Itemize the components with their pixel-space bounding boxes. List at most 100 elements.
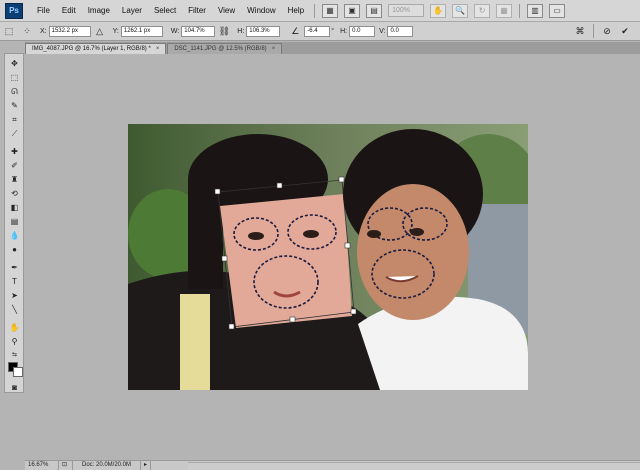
menu-window[interactable]: Window (241, 0, 281, 22)
toolbox: ✥ ⬚ ᘏ ✎ ⌗ ⟋ ✚ ✐ ♜ ⟲ ◧ ▤ 💧 ● ✒ T ➤ ╲ ✋ ⚲ … (4, 53, 24, 393)
transform-tool-icon: ⬚ (4, 25, 14, 36)
hand-icon[interactable]: ✋ (430, 3, 447, 18)
tab-dsc-1141[interactable]: DSC_1141.JPG @ 12.5% (RGB/8) × (167, 43, 283, 54)
menu-separator (314, 3, 316, 18)
eyedropper-tool-icon[interactable]: ⟋ (8, 128, 21, 139)
transform-handle-bottom-right[interactable] (350, 308, 357, 315)
zoom-level-select[interactable]: 100% (388, 4, 425, 17)
vertical-skew-field[interactable]: 0.0 (387, 25, 414, 37)
path-select-tool-icon[interactable]: ➤ (8, 290, 21, 301)
bridge-icon[interactable]: ▦ (322, 3, 339, 18)
angle-field[interactable]: -6.4 (304, 25, 331, 37)
quick-select-tool-icon[interactable]: ✎ (8, 100, 21, 111)
right-girl-eye-left (367, 230, 381, 238)
menu-file[interactable]: File (31, 0, 56, 22)
zoom-tool-icon[interactable]: ⚲ (8, 336, 21, 347)
y-label: Y: (112, 27, 119, 35)
link-icon[interactable]: ⛓ (217, 25, 231, 38)
zoom-icon[interactable]: 🔍 (452, 3, 469, 18)
cancel-icon[interactable]: ⊘ (600, 25, 614, 38)
type-tool-icon[interactable]: T (8, 276, 21, 287)
crop-tool-icon[interactable]: ⌗ (8, 114, 21, 125)
menu-layer[interactable]: Layer (116, 0, 148, 22)
tab-label: IMG_4087.JPG @ 16.7% (Layer 1, RGB/8) * (32, 46, 151, 52)
photoshop-logo: Ps (5, 2, 23, 19)
left-girl-eye-right (303, 230, 319, 238)
quick-mask-icon[interactable]: ◙ (8, 382, 21, 393)
tab-img-4087[interactable]: IMG_4087.JPG @ 16.7% (Layer 1, RGB/8) * × (25, 43, 167, 54)
menu-image[interactable]: Image (82, 0, 116, 22)
gradient-tool-icon[interactable]: ▤ (8, 216, 21, 227)
document-tab-bar: IMG_4087.JPG @ 16.7% (Layer 1, RGB/8) * ×… (25, 42, 640, 54)
screen-mode-icon[interactable]: ▭ (549, 3, 566, 18)
horizontal-skew-field[interactable]: 0.0 (349, 25, 376, 37)
horizontal-scrollbar[interactable] (188, 462, 640, 470)
move-tool-icon[interactable]: ✥ (8, 58, 21, 69)
x-position-field[interactable]: 1532.2 px (48, 25, 91, 37)
shape-tool-icon[interactable]: ╲ (8, 304, 21, 315)
lasso-tool-icon[interactable]: ᘏ (8, 86, 21, 97)
width-field[interactable]: 104.7% (181, 25, 216, 37)
close-icon[interactable]: × (272, 46, 276, 52)
tab-label: DSC_1141.JPG @ 12.5% (RGB/8) (174, 46, 267, 52)
dodge-tool-icon[interactable]: ● (8, 244, 21, 255)
checkmark-icon[interactable]: ✔ (618, 25, 632, 38)
rotate-view-icon[interactable]: ↻ (474, 3, 491, 18)
background-color-swatch[interactable] (13, 367, 23, 377)
status-arrow-icon[interactable]: ▸ (141, 461, 151, 470)
document-image[interactable] (128, 124, 528, 390)
height-field[interactable]: 106.3% (246, 25, 281, 37)
pen-tool-icon[interactable]: ✒ (8, 262, 21, 273)
y-position-field[interactable]: 1262.1 px (120, 25, 163, 37)
menu-separator (519, 3, 521, 18)
menu-select[interactable]: Select (148, 0, 182, 22)
minibridge-icon[interactable]: ▣ (344, 3, 361, 18)
transform-handle-top-right[interactable] (338, 176, 345, 183)
transform-handle-top-left[interactable] (214, 188, 221, 195)
transform-handle-left[interactable] (221, 255, 228, 262)
view-extras-icon[interactable]: ▤ (366, 3, 383, 18)
reference-point-icon[interactable]: ⁘ (20, 25, 34, 38)
document-size: Doc: 20.0M/20.0M (73, 461, 141, 470)
angle-icon: ∠ (291, 25, 300, 36)
left-girl-shirt (180, 294, 210, 390)
left-girl-eye-left (248, 232, 264, 240)
hskew-label: H: (340, 27, 348, 35)
marquee-tool-icon[interactable]: ⬚ (8, 72, 21, 83)
menu-bar: Ps File Edit Image Layer Select Filter V… (0, 0, 640, 22)
h-label: H: (237, 27, 245, 35)
menu-help[interactable]: Help (282, 0, 310, 22)
delta-icon[interactable]: △ (93, 25, 107, 38)
swap-colors-icon[interactable]: ⇆ (8, 350, 21, 361)
brush-tool-icon[interactable]: ✐ (8, 160, 21, 171)
warp-icon[interactable]: ⌘ (573, 25, 587, 38)
arrange-documents-icon[interactable]: ▥ (527, 3, 544, 18)
hand-tool-icon[interactable]: ✋ (8, 322, 21, 333)
photo-content (128, 124, 528, 390)
blur-tool-icon[interactable]: 💧 (8, 230, 21, 241)
right-girl-shirt (358, 296, 528, 390)
vertical-scrollbar[interactable] (632, 55, 640, 460)
transform-handle-top[interactable] (276, 182, 283, 189)
healing-brush-tool-icon[interactable]: ✚ (8, 146, 21, 157)
transform-handle-right[interactable] (344, 242, 351, 249)
menu-view[interactable]: View (212, 0, 241, 22)
menu-edit[interactable]: Edit (56, 0, 82, 22)
right-girl-face (357, 184, 469, 320)
right-girl-eye-right (410, 228, 424, 236)
status-icon[interactable]: ⊡ (59, 461, 73, 470)
zoom-readout[interactable]: 16.67% (25, 461, 59, 470)
options-separator (593, 24, 594, 38)
close-icon[interactable]: × (156, 46, 160, 52)
options-bar: ⬚ ⁘ X: 1532.2 px △ Y: 1262.1 px W: 104.7… (0, 22, 640, 41)
eraser-tool-icon[interactable]: ◧ (8, 202, 21, 213)
w-label: W: (170, 27, 180, 35)
transform-handle-bottom[interactable] (289, 316, 296, 323)
menu-filter[interactable]: Filter (182, 0, 212, 22)
transform-handle-bottom-left[interactable] (228, 323, 235, 330)
vskew-label: V: (379, 27, 386, 35)
arrange-icon[interactable]: ▦ (496, 3, 513, 18)
angle-unit: ° (331, 27, 335, 35)
clone-stamp-tool-icon[interactable]: ♜ (8, 174, 21, 185)
history-brush-tool-icon[interactable]: ⟲ (8, 188, 21, 199)
